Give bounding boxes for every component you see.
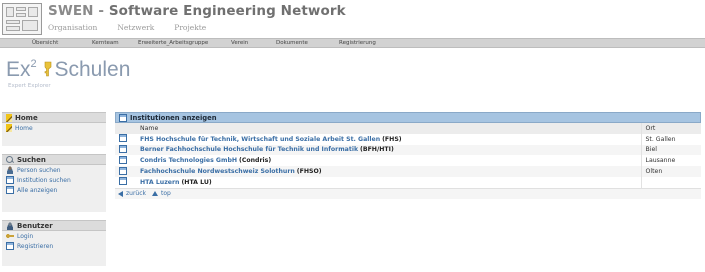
institution-name-link[interactable]: Fachhochschule Nordwestschweiz Solothurn (140, 168, 295, 175)
back-link[interactable]: zurück (126, 190, 146, 197)
menu-registrierung[interactable]: Registrierung (339, 40, 376, 46)
column-header-name: Name (137, 123, 641, 134)
institutionen-table: Name Ort FHS Hochschule für Technik, Wir… (115, 123, 701, 188)
sidebar-home-title: Home (15, 113, 38, 122)
menu-kernteam[interactable]: Kernteam (92, 40, 119, 46)
table-row[interactable]: HTA Luzern (HTA LU) (115, 176, 701, 188)
person-icon (6, 166, 14, 174)
sidebar-home-header: Home (2, 112, 106, 123)
sidebar-item-label: Person suchen (17, 166, 61, 174)
sidebar-home-box: Home Home (2, 112, 106, 146)
top-nav: Organisation Netzwerk Projekte (48, 23, 226, 32)
sidebar-benutzer-header: Benutzer (2, 220, 106, 231)
pencil-icon (6, 113, 12, 122)
sidebar-item-label: Home (15, 124, 33, 132)
institution-icon (119, 177, 127, 186)
table-header-row: Name Ort (115, 123, 701, 134)
panel-footer: zurück top (115, 187, 701, 199)
sidebar-benutzer-title: Benutzer (17, 221, 53, 230)
sidebar-item-label: Institution suchen (17, 176, 71, 184)
sidebar-benutzer-box: Benutzer Login Registrieren (2, 220, 106, 266)
menu-dokumente[interactable]: Dokumente (276, 40, 308, 46)
menu-verein[interactable]: Verein (231, 40, 248, 46)
search-icon (6, 155, 14, 164)
institution-abbr: (HTA LU) (181, 178, 212, 186)
institution-ort: Biel (645, 146, 658, 154)
user-icon (6, 221, 14, 230)
panel-title: Institutionen anzeigen (130, 113, 217, 122)
top-link[interactable]: top (161, 190, 171, 197)
institutionen-panel: Institutionen anzeigen Name Ort FHS Hoch… (115, 112, 701, 199)
back-arrow-icon (118, 190, 123, 197)
nav-netzwerk[interactable]: Netzwerk (117, 23, 154, 32)
sidebar-item-label: Alle anzeigen (17, 186, 58, 194)
app-logo: Ex2 Schulen (6, 58, 130, 82)
institution-icon (119, 113, 127, 122)
app-subtitle: Expert Explorer (8, 83, 51, 89)
app-logo-ex: Ex (6, 58, 31, 81)
site-title-prefix: SWEN - (48, 3, 109, 19)
table-row[interactable]: Condris Technologies GmbH (Condris) Laus… (115, 155, 701, 167)
app-name: Schulen (54, 58, 131, 81)
sidebar-item-home[interactable]: Home (2, 123, 106, 133)
sidebar-suchen-header: Suchen (2, 154, 106, 165)
institution-name-link[interactable]: Berner Fachhochschule Hochschule für Tec… (140, 146, 358, 153)
sidebar-item-alle-anzeigen[interactable]: Alle anzeigen (2, 185, 106, 195)
table-row[interactable]: Berner Fachhochschule Hochschule für Tec… (115, 144, 701, 156)
key-icon (6, 233, 14, 239)
institution-name-link[interactable]: Condris Technologies GmbH (140, 157, 237, 164)
institution-ort: Lausanne (645, 157, 676, 165)
app-logo-sup: 2 (30, 58, 37, 70)
site-title: SWEN - Software Engineering Network (48, 3, 346, 19)
register-icon (6, 242, 14, 250)
institution-name-link[interactable]: FHS Hochschule für Technik, Wirtschaft u… (140, 136, 380, 143)
institution-name-link[interactable]: HTA Luzern (140, 179, 179, 186)
sidebar-item-registrieren[interactable]: Registrieren (2, 241, 106, 251)
menubar: Übersicht Kernteam Erweiterte_Arbeitsgru… (0, 38, 705, 48)
sidebar-item-institution-suchen[interactable]: Institution suchen (2, 175, 106, 185)
sidebar-item-label: Login (17, 232, 34, 240)
sidebar-item-login[interactable]: Login (2, 231, 106, 241)
sidebar-item-person-suchen[interactable]: Person suchen (2, 165, 106, 175)
institution-abbr: (BFH/HTI) (360, 146, 394, 154)
institution-icon (119, 166, 127, 175)
column-header-ort: Ort (640, 123, 701, 134)
table-row[interactable]: Fachhochschule Nordwestschweiz Solothurn… (115, 166, 701, 177)
institution-ort: St. Gallen (645, 135, 676, 143)
menu-uebersicht[interactable]: Übersicht (32, 40, 58, 46)
menu-erweiterte-arbeitsgruppe[interactable]: Erweiterte_Arbeitsgruppe (138, 40, 208, 46)
swen-logo[interactable] (2, 3, 42, 35)
table-row[interactable]: FHS Hochschule für Technik, Wirtschaft u… (115, 133, 701, 145)
institution-icon (119, 155, 127, 164)
up-arrow-icon (152, 191, 158, 197)
institution-abbr: (FHS) (382, 135, 402, 143)
site-title-brand: Software Engineering Network (108, 3, 346, 19)
institution-icon (6, 186, 14, 194)
panel-header: Institutionen anzeigen (115, 112, 701, 123)
institution-icon (119, 134, 127, 143)
sidebar-suchen-box: Suchen Person suchen Institution suchen … (2, 154, 106, 212)
key-icon (43, 59, 53, 77)
institution-icon (119, 144, 127, 153)
pencil-icon (6, 124, 12, 132)
institution-ort: Olten (645, 168, 663, 176)
institution-icon (6, 176, 14, 184)
sidebar-suchen-title: Suchen (17, 155, 46, 164)
institution-abbr: (FHSO) (296, 168, 322, 176)
nav-organisation[interactable]: Organisation (48, 23, 97, 32)
institution-abbr: (Condris) (239, 157, 272, 165)
sidebar-item-label: Registrieren (17, 242, 54, 250)
nav-projekte[interactable]: Projekte (174, 23, 206, 32)
